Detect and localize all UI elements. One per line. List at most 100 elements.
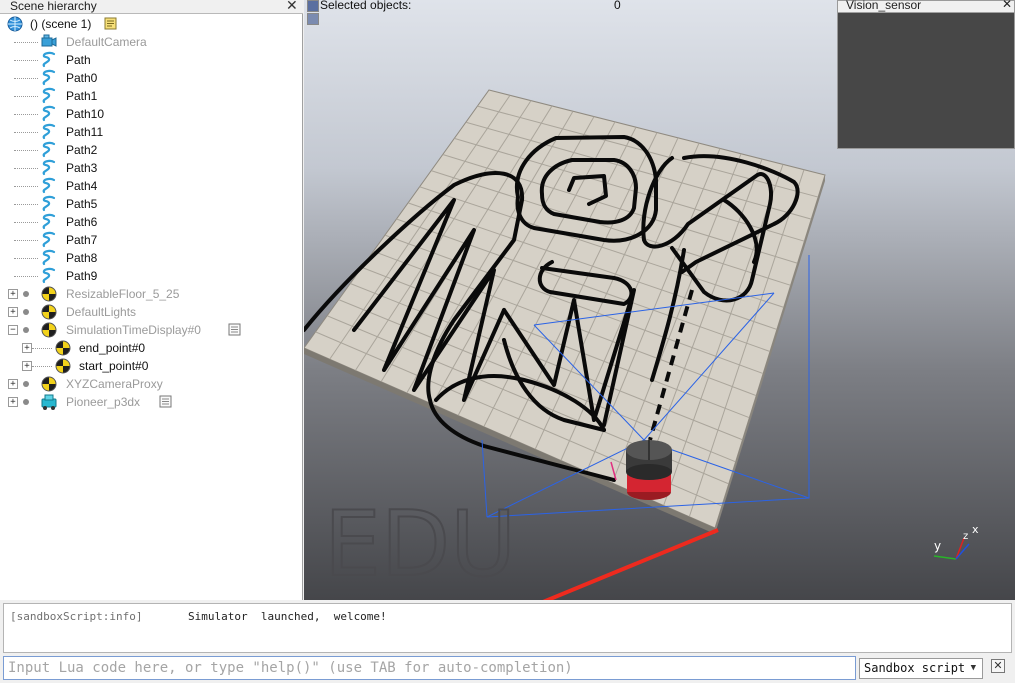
path-icon — [40, 51, 58, 69]
expand-icon[interactable]: + — [22, 361, 32, 371]
hierarchy-item-label: ResizableFloor_5_25 — [66, 287, 180, 301]
script-icon[interactable] — [159, 395, 172, 408]
tree-connector — [14, 60, 38, 61]
path-icon — [40, 69, 58, 87]
hierarchy-item-pioneer-p3dx[interactable]: + Pioneer_p3dx — [0, 393, 303, 411]
hierarchy-item-path2[interactable]: Path2 — [0, 141, 303, 159]
hierarchy-item-path[interactable]: Path — [0, 51, 303, 69]
expand-icon[interactable]: + — [8, 379, 18, 389]
dummy-icon — [40, 375, 58, 393]
expand-icon[interactable]: + — [22, 343, 32, 353]
vision-sensor-view[interactable]: Vision_sensor ✕ — [837, 0, 1015, 149]
hierarchy-item-path9[interactable]: Path9 — [0, 267, 303, 285]
tree-connector — [14, 222, 38, 223]
view-toggle-button-2[interactable] — [307, 13, 319, 25]
chevron-down-icon: ▼ — [970, 663, 976, 673]
expand-icon[interactable]: + — [8, 307, 18, 317]
path-icon — [40, 159, 58, 177]
visibility-dot-icon[interactable] — [23, 309, 29, 315]
lua-command-input[interactable] — [3, 656, 856, 680]
tree-connector — [14, 78, 38, 79]
view-toggle-button[interactable] — [307, 0, 319, 12]
script-icon[interactable] — [104, 17, 117, 30]
hierarchy-item-path7[interactable]: Path7 — [0, 231, 303, 249]
hierarchy-item-resizablefloor-5-25[interactable]: + ResizableFloor_5_25 — [0, 285, 303, 303]
robot-icon — [40, 393, 58, 411]
visibility-dot-icon[interactable] — [23, 327, 29, 333]
globe-icon — [6, 15, 24, 33]
tree-connector — [32, 366, 52, 367]
expand-icon[interactable]: + — [8, 289, 18, 299]
script-selector-value: Sandbox script — [864, 661, 966, 675]
close-icon[interactable]: ✕ — [991, 659, 1005, 673]
path-icon — [40, 87, 58, 105]
selected-objects-label: Selected objects: — [320, 0, 412, 12]
hierarchy-item-label: Path7 — [66, 233, 98, 247]
tree-connector — [14, 240, 38, 241]
visibility-dot-icon[interactable] — [23, 381, 29, 387]
hierarchy-item-label: Path8 — [66, 251, 98, 265]
path-icon — [40, 249, 58, 267]
axis-gizmo: y z x — [933, 523, 979, 560]
hierarchy-item-path11[interactable]: Path11 — [0, 123, 303, 141]
tree-connector — [32, 348, 52, 349]
hierarchy-item-label: Path — [66, 53, 91, 67]
tree-connector — [14, 258, 38, 259]
close-icon[interactable]: ✕ — [1002, 0, 1012, 11]
hierarchy-item-start-point-0[interactable]: + start_point#0 — [0, 357, 303, 375]
vision-sensor-title: Vision_sensor — [846, 0, 922, 12]
svg-text:x: x — [972, 523, 979, 536]
visibility-dot-icon[interactable] — [23, 399, 29, 405]
script-icon[interactable] — [228, 323, 241, 336]
hierarchy-item-label: DefaultCamera — [66, 35, 147, 49]
hierarchy-item-end-point-0[interactable]: + end_point#0 — [0, 339, 303, 357]
path-icon — [40, 105, 58, 123]
hierarchy-item-label: Pioneer_p3dx — [66, 395, 141, 409]
hierarchy-item-label: Path10 — [66, 107, 105, 121]
hierarchy-item-simulationtimedisplay-0[interactable]: − SimulationTimeDisplay#0 — [0, 321, 303, 339]
hierarchy-item-path0[interactable]: Path0 — [0, 69, 303, 87]
hierarchy-item-path8[interactable]: Path8 — [0, 249, 303, 267]
dummy-icon — [40, 303, 58, 321]
tree-connector — [14, 150, 38, 151]
hierarchy-item-xyzcameraproxy[interactable]: + XYZCameraProxy — [0, 375, 303, 393]
close-icon[interactable]: ✕ — [286, 0, 298, 14]
selected-objects-count: 0 — [614, 0, 621, 12]
svg-text:y: y — [934, 539, 941, 553]
path-icon — [40, 195, 58, 213]
hierarchy-item-label: Path9 — [66, 269, 98, 283]
status-console: [sandboxScript:info] Simulator launched,… — [3, 603, 1012, 653]
path-icon — [40, 141, 58, 159]
hierarchy-item-label: Path11 — [66, 125, 104, 139]
hierarchy-item-label: SimulationTimeDisplay#0 — [66, 323, 201, 337]
scene-root-item[interactable]: () (scene 1) — [0, 15, 303, 33]
hierarchy-item-label: Path0 — [66, 71, 98, 85]
hierarchy-item-path3[interactable]: Path3 — [0, 159, 303, 177]
hierarchy-item-label: Path6 — [66, 215, 98, 229]
path-icon — [40, 213, 58, 231]
console-message: Simulator launched, welcome! — [188, 610, 387, 623]
camera-icon — [40, 33, 58, 51]
expand-icon[interactable]: + — [8, 397, 18, 407]
dummy-icon — [54, 357, 72, 375]
visibility-dot-icon[interactable] — [23, 291, 29, 297]
hierarchy-item-path10[interactable]: Path10 — [0, 105, 303, 123]
hierarchy-item-path4[interactable]: Path4 — [0, 177, 303, 195]
scene-hierarchy-title: Scene hierarchy — [10, 0, 97, 13]
hierarchy-item-path1[interactable]: Path1 — [0, 87, 303, 105]
hierarchy-item-defaultcamera[interactable]: DefaultCamera — [0, 33, 303, 51]
hierarchy-item-path5[interactable]: Path5 — [0, 195, 303, 213]
dummy-icon — [40, 285, 58, 303]
script-selector[interactable]: Sandbox script ▼ — [859, 658, 983, 679]
hierarchy-item-path6[interactable]: Path6 — [0, 213, 303, 231]
console-source: [sandboxScript:info] — [10, 610, 143, 623]
dummy-icon — [40, 321, 58, 339]
scene-hierarchy-header: Scene hierarchy ✕ — [0, 0, 303, 14]
collapse-icon[interactable]: − — [8, 325, 18, 335]
hierarchy-item-label: Path5 — [66, 197, 98, 211]
hierarchy-item-label: XYZCameraProxy — [66, 377, 163, 391]
hierarchy-item-defaultlights[interactable]: + DefaultLights — [0, 303, 303, 321]
hierarchy-item-label: start_point#0 — [79, 359, 149, 373]
hierarchy-item-label: Path1 — [66, 89, 98, 103]
tree-connector — [14, 168, 38, 169]
